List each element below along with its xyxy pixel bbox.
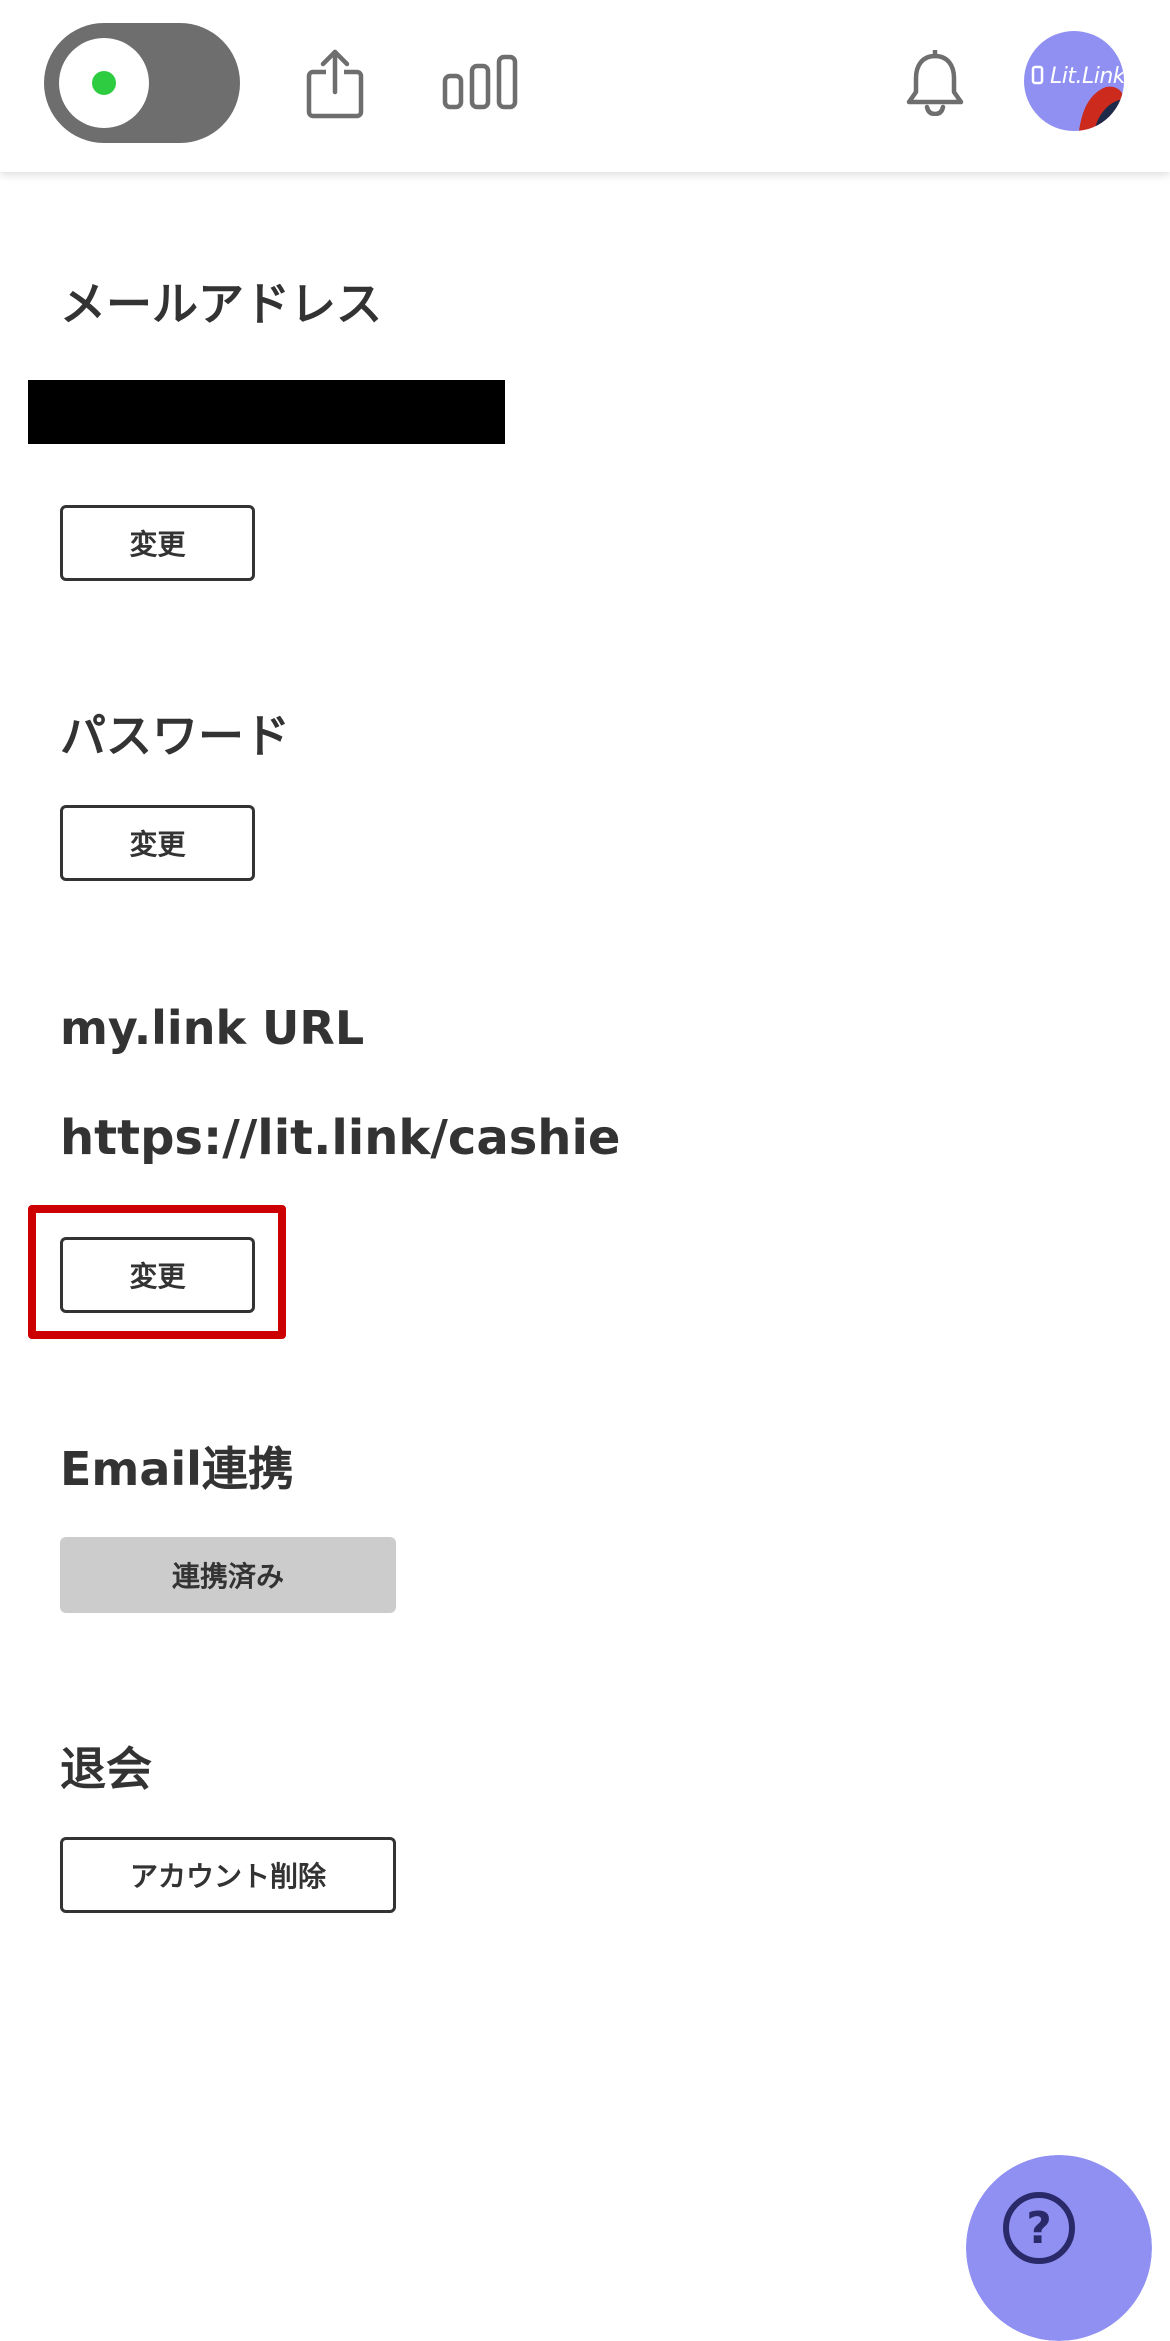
top-header: Lit.Link [0, 0, 1170, 172]
svg-text:?: ? [1026, 2203, 1052, 2254]
bar-chart-icon[interactable] [442, 54, 518, 110]
email-linked-button: 連携済み [60, 1537, 396, 1613]
share-icon[interactable] [304, 46, 366, 122]
redacted-email-value [28, 380, 505, 444]
help-button[interactable]: ? [966, 2155, 1152, 2341]
status-dot-icon [92, 71, 116, 95]
email-section-title: メールアドレス [60, 277, 382, 331]
avatar-logo-text: Lit.Link [1050, 64, 1124, 89]
withdraw-section-title: 退会 [60, 1742, 152, 1796]
toggle-knob [59, 38, 149, 128]
delete-account-button[interactable]: アカウント削除 [60, 1837, 396, 1913]
mylink-change-button[interactable]: 変更 [60, 1237, 255, 1313]
password-section-title: パスワード [60, 709, 290, 763]
bell-icon[interactable] [904, 50, 966, 116]
mylink-section-title: my.link URL [60, 1001, 365, 1055]
email-change-button[interactable]: 変更 [60, 505, 255, 581]
publish-toggle[interactable] [44, 23, 240, 143]
email-link-section-title: Email連携 [60, 1442, 294, 1496]
password-change-button[interactable]: 変更 [60, 805, 255, 881]
mylink-url-value: https://lit.link/cashie [60, 1110, 621, 1166]
avatar[interactable]: Lit.Link [1024, 31, 1124, 131]
